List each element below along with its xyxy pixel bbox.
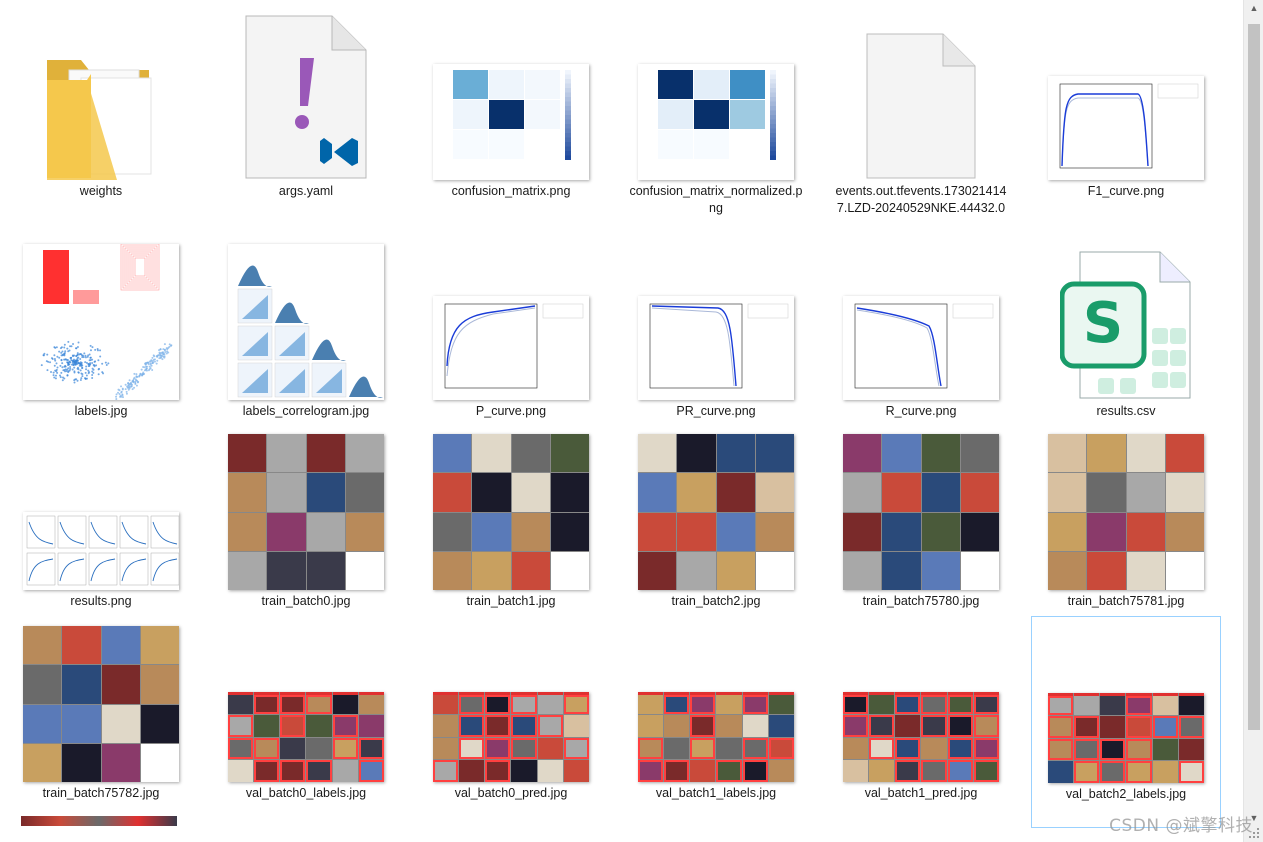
file-thumbnail [6,420,196,590]
file-thumbnail [211,420,401,590]
file-thumbnail [1032,613,1220,783]
file-item[interactable]: train_batch0.jpg [211,424,401,636]
watermark-text: CSDN @斌擎科技 [1109,811,1253,836]
file-thumbnail [1031,10,1221,180]
file-name-label: train_batch1.jpg [416,593,606,610]
file-name-label: train_batch0.jpg [211,593,401,610]
file-name-label: val_batch1_pred.jpg [826,785,1016,802]
file-thumbnail [826,230,1016,400]
spreadsheet-icon: S [1031,230,1221,400]
file-thumbnail [416,420,606,590]
file-name-label: val_batch0_pred.jpg [416,785,606,802]
file-thumbnail [416,10,606,180]
file-thumbnail [621,612,811,782]
file-name-label: train_batch75781.jpg [1031,593,1221,610]
resize-grip-icon[interactable] [1247,826,1261,840]
file-name-label: P_curve.png [416,403,606,420]
file-thumbnail [6,612,196,782]
file-item[interactable]: confusion_matrix_normalized.png [621,8,811,226]
file-thumbnail [826,612,1016,782]
file-item[interactable]: train_batch1.jpg [416,424,606,636]
file-name-label: val_batch0_labels.jpg [211,785,401,802]
file-item[interactable]: val_batch2_labels.jpg [1031,616,1221,828]
file-item[interactable]: PR_curve.png [621,234,811,446]
file-item[interactable]: train_batch75782.jpg [6,616,196,828]
file-name-label: results.csv [1031,403,1221,420]
file-name-label: PR_curve.png [621,403,811,420]
file-thumbnail [416,230,606,400]
file-name-label: train_batch2.jpg [621,593,811,610]
file-name-label: train_batch75780.jpg [826,593,1016,610]
vscode-yaml-icon [211,10,401,180]
file-thumbnail [416,612,606,782]
file-item[interactable]: events.out.tfevents.1730214147.LZD-20240… [826,8,1016,226]
file-item[interactable]: val_batch0_labels.jpg [211,616,401,828]
file-grid: weights args.yaml confusion_matrix.png conf… [0,0,1243,842]
file-item[interactable]: val_batch1_labels.jpg [621,616,811,828]
file-thumbnail-partial[interactable] [21,816,177,826]
file-thumbnail [621,230,811,400]
file-name-label: labels.jpg [6,403,196,420]
file-name-label: train_batch75782.jpg [6,785,196,802]
file-name-label: R_curve.png [826,403,1016,420]
file-item[interactable]: labels_correlogram.jpg [211,234,401,446]
file-thumbnail [1031,420,1221,590]
file-name-label: events.out.tfevents.1730214147.LZD-20240… [826,183,1016,217]
file-name-label: results.png [6,593,196,610]
file-item[interactable]: val_batch1_pred.jpg [826,616,1016,828]
svg-text:S: S [1083,291,1123,356]
file-item[interactable]: F1_curve.png [1031,8,1221,226]
file-item[interactable]: P_curve.png [416,234,606,446]
file-item[interactable]: val_batch0_pred.jpg [416,616,606,828]
scroll-thumb[interactable] [1248,24,1260,730]
blank-file-icon [826,10,1016,180]
file-name-label: val_batch2_labels.jpg [1032,786,1220,803]
file-thumbnail [826,420,1016,590]
file-thumbnail [6,230,196,400]
file-item[interactable]: labels.jpg [6,234,196,446]
file-thumbnail [621,420,811,590]
file-name-label: labels_correlogram.jpg [211,403,401,420]
file-name-label: confusion_matrix_normalized.png [621,183,811,217]
file-item[interactable]: R_curve.png [826,234,1016,446]
file-name-label: F1_curve.png [1031,183,1221,200]
file-item[interactable]: train_batch2.jpg [621,424,811,636]
file-thumbnail [621,10,811,180]
file-item[interactable]: train_batch75780.jpg [826,424,1016,636]
file-name-label: val_batch1_labels.jpg [621,785,811,802]
folder-icon [6,10,196,180]
vertical-scrollbar[interactable]: ▲ ▼ [1243,0,1263,842]
scroll-up-arrow-icon[interactable]: ▲ [1248,2,1260,14]
file-thumbnail [211,612,401,782]
file-name-label: confusion_matrix.png [416,183,606,200]
file-item[interactable]: args.yaml [211,8,401,226]
file-thumbnail [211,230,401,400]
file-item[interactable]: confusion_matrix.png [416,8,606,226]
file-item[interactable]: Sresults.csv [1031,234,1221,446]
file-name-label: args.yaml [211,183,401,200]
file-item[interactable]: weights [6,8,196,226]
file-item[interactable]: results.png [6,424,196,636]
file-item[interactable]: train_batch75781.jpg [1031,424,1221,636]
file-name-label: weights [6,183,196,200]
